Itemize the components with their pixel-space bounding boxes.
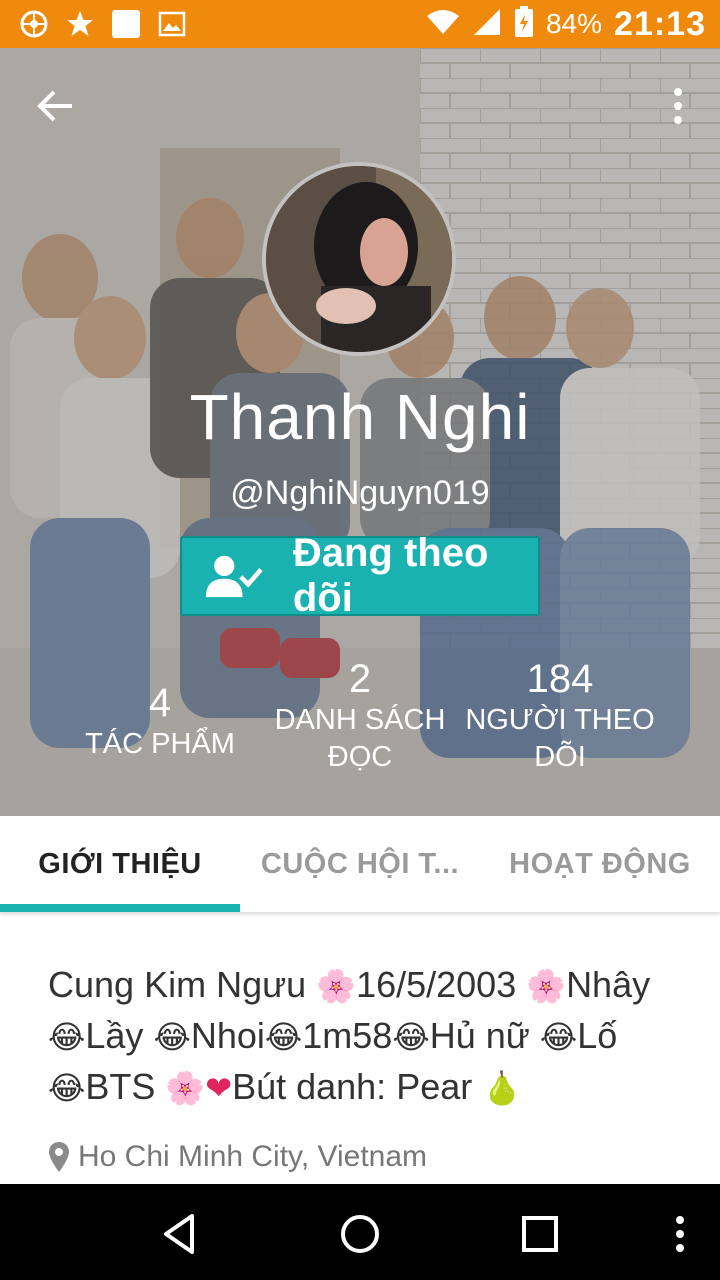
back-button[interactable]: [34, 84, 78, 128]
more-vert-icon: [674, 88, 682, 124]
bio-text: Lố: [577, 1015, 618, 1056]
tab-indicator: [0, 904, 240, 912]
bio-text: 16/5/2003: [356, 964, 527, 1005]
battery-percent: 84%: [545, 8, 603, 39]
signal-icon: [472, 7, 502, 42]
wifi-icon: [426, 8, 460, 41]
cherry-blossom-icon: 🌸: [165, 1070, 206, 1106]
bio-text: Nhoi: [190, 1015, 265, 1056]
circle-home-icon: [341, 1215, 379, 1253]
pear-icon: 🍐: [482, 1070, 523, 1106]
laughing-face-icon: 😂: [539, 1019, 578, 1055]
profile-bio: Cung Kim Ngưu 🌸16/5/2003 🌸Nhây 😂Lầy 😂Nho…: [48, 960, 678, 1113]
status-bar: 84% 21:13: [0, 0, 720, 48]
arrow-left-icon: [37, 90, 72, 122]
stat-value: 184: [526, 657, 594, 701]
laughing-face-icon: 😂: [392, 1019, 430, 1055]
more-vert-icon: [676, 1216, 684, 1252]
laughing-face-icon: 😂: [48, 1070, 86, 1106]
cherry-blossom-icon: 🌸: [526, 968, 567, 1004]
laughing-face-icon: 😂: [48, 1019, 86, 1055]
avatar[interactable]: [262, 162, 456, 356]
image-icon: [156, 8, 188, 40]
tab-conversations[interactable]: CUỘC HỘI T...: [240, 816, 480, 912]
app-icon: [18, 8, 50, 40]
square-recents-icon: [522, 1216, 558, 1252]
tab-activity[interactable]: HOẠT ĐỘNG: [480, 816, 720, 912]
following-label: Đang theo dõi: [292, 531, 489, 620]
stat-reading-lists[interactable]: 2 DANH SÁCH ĐỌC: [250, 656, 470, 776]
stat-label: NGƯỜI THEO DÕI: [465, 704, 655, 773]
bio-text: Nhây: [566, 964, 651, 1005]
username: @NghiNguyn019: [230, 474, 490, 512]
display-name: Thanh Nghi: [189, 381, 531, 453]
profile-header: Thanh Nghi @NghiNguyn019 Đang theo dõi 4…: [0, 48, 720, 816]
following-button[interactable]: Đang theo dõi: [180, 531, 540, 620]
location-text: Ho Chi Minh City, Vietnam: [78, 1140, 428, 1173]
nav-home-button[interactable]: [338, 1212, 382, 1256]
laughing-face-icon: 😂: [153, 1019, 191, 1055]
bio-text: 1m58: [302, 1015, 393, 1056]
bio-text: BTS: [85, 1066, 166, 1107]
person-check-icon: [205, 555, 263, 598]
stat-works[interactable]: 4 TÁC PHẨM: [50, 656, 270, 763]
square-icon: [110, 8, 142, 40]
location-pin-icon: [49, 1142, 69, 1172]
more-options-button[interactable]: [666, 84, 690, 128]
stat-value: 2: [348, 657, 372, 701]
nav-back-button[interactable]: [158, 1212, 202, 1256]
stat-label: DANH SÁCH ĐỌC: [274, 704, 446, 773]
bio-text: Hủ nữ: [429, 1015, 540, 1056]
profile-tabs: GIỚI THIỆU CUỘC HỘI T... HOẠT ĐỘNG: [0, 816, 720, 913]
tab-about[interactable]: GIỚI THIỆU: [0, 816, 240, 912]
location: Ho Chi Minh City, Vietnam: [48, 1140, 427, 1174]
cherry-blossom-icon: 🌸: [316, 968, 357, 1004]
navigation-bar: [0, 1184, 720, 1280]
triangle-back-icon: [164, 1214, 194, 1254]
stat-value: 4: [148, 681, 172, 725]
battery-icon: [514, 5, 534, 43]
bio-text: Lầy: [85, 1015, 154, 1056]
stat-followers[interactable]: 184 NGƯỜI THEO DÕI: [460, 656, 660, 776]
bio-text: Cung Kim Ngưu: [48, 964, 317, 1005]
star-icon: [64, 8, 96, 40]
laughing-face-icon: 😂: [264, 1019, 303, 1055]
heart-icon: ❤: [205, 1070, 233, 1106]
nav-menu-button[interactable]: [666, 1212, 694, 1256]
clock: 21:13: [614, 4, 706, 43]
nav-recents-button[interactable]: [518, 1212, 562, 1256]
stat-label: TÁC PHẨM: [85, 728, 235, 760]
bio-text: Bút danh: Pear: [232, 1066, 483, 1107]
